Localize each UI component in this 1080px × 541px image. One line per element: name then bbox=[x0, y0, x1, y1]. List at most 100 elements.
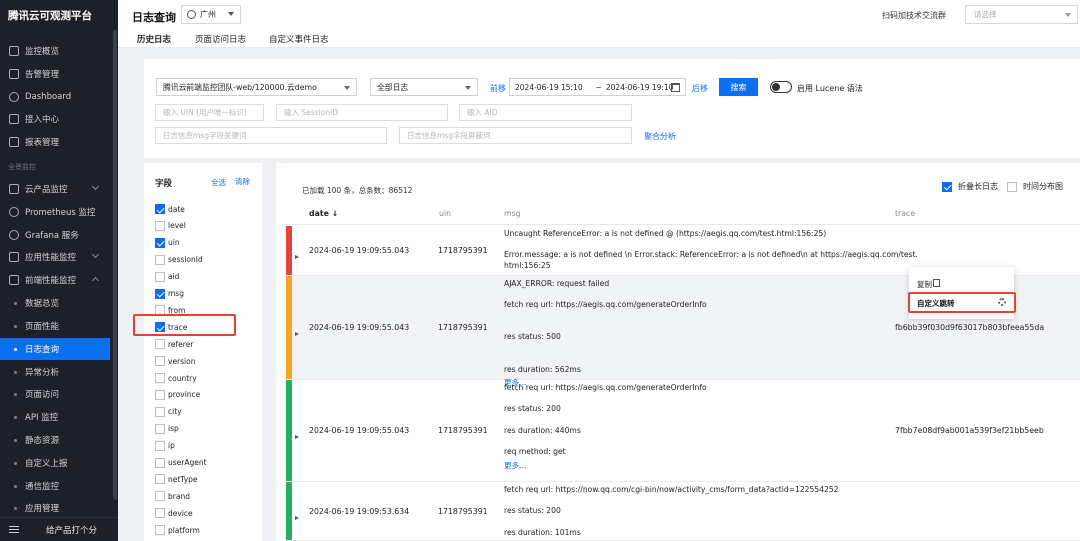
field-item-uin[interactable]: uin bbox=[155, 237, 180, 249]
field-item-country[interactable]: country bbox=[155, 372, 197, 384]
gear-icon[interactable] bbox=[998, 298, 1006, 306]
field-checkbox[interactable] bbox=[155, 508, 165, 519]
region-select[interactable]: 广州 bbox=[181, 5, 241, 24]
session-id-input[interactable]: 输入 SessionID bbox=[276, 104, 448, 121]
tab-custom-event-log[interactable]: 自定义事件日志 bbox=[269, 33, 329, 45]
field-item-sessionId[interactable]: sessionId bbox=[155, 254, 203, 266]
time-prev-link[interactable]: 前移 bbox=[490, 83, 506, 94]
select-all-link[interactable]: 全选 bbox=[211, 177, 226, 188]
sidebar-subitem-log-query[interactable]: 日志查询 bbox=[0, 338, 110, 360]
field-item-referer[interactable]: referer bbox=[155, 338, 193, 350]
field-checkbox[interactable] bbox=[155, 220, 165, 231]
aggregate-analysis-link[interactable]: 聚合分析 bbox=[644, 131, 676, 142]
checkbox[interactable] bbox=[1007, 181, 1017, 192]
copy-menu-item[interactable]: 复制 bbox=[917, 279, 932, 290]
sidebar-item-report[interactable]: 报表管理 bbox=[0, 131, 110, 153]
field-checkbox[interactable] bbox=[155, 204, 165, 214]
scan-qr-link[interactable]: 扫码加技术交流群 bbox=[882, 10, 946, 21]
expand-icon[interactable] bbox=[295, 435, 299, 439]
field-checkbox[interactable] bbox=[155, 474, 165, 485]
menu-icon[interactable] bbox=[9, 525, 19, 534]
field-item-brand[interactable]: brand bbox=[155, 490, 190, 502]
log-trace[interactable]: fb6bb39f030d9f63017b803bfeea55da bbox=[895, 323, 1044, 332]
field-checkbox[interactable] bbox=[155, 406, 165, 417]
field-checkbox[interactable] bbox=[155, 389, 165, 400]
sidebar-subitem-overview[interactable]: 数据总览 bbox=[0, 292, 110, 314]
copy-icon[interactable] bbox=[933, 279, 940, 287]
field-checkbox[interactable] bbox=[155, 491, 165, 502]
sidebar-group-frontend[interactable]: 前端性能监控 bbox=[0, 269, 110, 291]
checkbox[interactable] bbox=[942, 181, 952, 192]
sidebar-subitem-static[interactable]: 静态资源 bbox=[0, 429, 110, 451]
fold-long-log-checkbox[interactable]: 折叠长日志 bbox=[942, 181, 998, 192]
sidebar-subitem-exceptions[interactable]: 异常分析 bbox=[0, 361, 110, 383]
sidebar-subitem-page-visits[interactable]: 页面访问 bbox=[0, 383, 110, 405]
time-distribution-checkbox[interactable]: 时间分布图 bbox=[1007, 181, 1063, 192]
sidebar-group-grafana[interactable]: Grafana 服务 bbox=[0, 224, 110, 246]
field-checkbox[interactable] bbox=[155, 237, 165, 248]
clear-link[interactable]: 清除 bbox=[235, 176, 250, 187]
field-item-netType[interactable]: netType bbox=[155, 473, 198, 485]
field-checkbox[interactable] bbox=[155, 339, 165, 350]
log-type-select[interactable]: 全部日志 bbox=[370, 78, 478, 96]
field-item-province[interactable]: province bbox=[155, 389, 200, 401]
sidebar-subitem-comm[interactable]: 通信监控 bbox=[0, 475, 110, 497]
aid-input[interactable]: 输入 AID bbox=[459, 104, 632, 121]
sidebar-subitem-custom-report[interactable]: 自定义上报 bbox=[0, 452, 110, 474]
field-item-userAgent[interactable]: userAgent bbox=[155, 457, 207, 469]
sidebar-item-overview[interactable]: 监控概览 bbox=[0, 40, 110, 62]
msg-include-input[interactable]: 日志信息msg字段关键词 bbox=[155, 127, 387, 144]
tab-page-visit-log[interactable]: 页面访问日志 bbox=[195, 33, 246, 45]
field-item-city[interactable]: city bbox=[155, 406, 182, 418]
sidebar-item-alarm[interactable]: 告警管理 bbox=[0, 63, 110, 85]
more-link[interactable]: 更多... bbox=[504, 461, 707, 471]
field-item-device[interactable]: device bbox=[155, 507, 193, 519]
log-row[interactable]: 2024-06-19 19:09:53.634 1718795391 fetch r… bbox=[286, 482, 1080, 541]
sort-desc-icon[interactable]: ↓ bbox=[332, 209, 339, 218]
top-select[interactable]: 请选择 bbox=[965, 5, 1078, 24]
column-date[interactable]: date ↓ bbox=[309, 209, 338, 218]
field-item-version[interactable]: version bbox=[155, 355, 195, 367]
field-item-date[interactable]: date bbox=[155, 203, 185, 215]
field-checkbox[interactable] bbox=[155, 440, 165, 451]
field-checkbox[interactable] bbox=[155, 525, 165, 536]
field-item-isp[interactable]: isp bbox=[155, 423, 179, 435]
log-trace[interactable]: 7fbb7e08df9ab001a539f3ef21bb5eeb bbox=[895, 426, 1044, 435]
field-checkbox[interactable] bbox=[155, 254, 165, 265]
sidebar-group-apm[interactable]: 应用性能监控 bbox=[0, 246, 110, 268]
time-next-link[interactable]: 后移 bbox=[692, 83, 708, 94]
sidebar-subitem-api[interactable]: API 监控 bbox=[0, 406, 110, 428]
rate-product-link[interactable]: 给产品打个分 bbox=[46, 524, 97, 536]
field-item-platform[interactable]: platform bbox=[155, 524, 200, 536]
expand-icon[interactable] bbox=[295, 332, 299, 336]
field-item-level[interactable]: level bbox=[155, 220, 186, 232]
field-checkbox[interactable] bbox=[155, 271, 165, 282]
project-select[interactable]: 腾讯云前端监控团队-web/120000.云demo bbox=[156, 78, 357, 96]
sidebar-item-access[interactable]: 接入中心 bbox=[0, 108, 110, 130]
expand-icon[interactable] bbox=[295, 255, 299, 259]
field-item-aid[interactable]: aid bbox=[155, 271, 179, 283]
field-checkbox[interactable] bbox=[155, 457, 165, 468]
search-button[interactable]: 搜索 bbox=[719, 78, 758, 96]
date-range-picker[interactable]: 2024-06-19 15:10 ~ 2024-06-19 19:10 bbox=[509, 78, 686, 96]
field-checkbox[interactable] bbox=[155, 356, 165, 367]
tab-history-log[interactable]: 历史日志 bbox=[137, 33, 172, 50]
sidebar-group-cloud[interactable]: 云产品监控 bbox=[0, 178, 110, 200]
field-item-msg[interactable]: msg bbox=[155, 288, 184, 300]
uin-input[interactable]: 输入 UIN (用户唯一标识) bbox=[155, 104, 264, 121]
field-checkbox[interactable] bbox=[155, 373, 165, 383]
log-row[interactable]: 2024-06-19 19:09:55.043 1718795391 fetch r… bbox=[286, 380, 1080, 482]
sidebar-subitem-performance[interactable]: 页面性能 bbox=[0, 315, 110, 337]
msg-exclude-input[interactable]: 日志信息msg字段屏蔽词 bbox=[399, 127, 632, 144]
sidebar-item-dashboard[interactable]: Dashboard bbox=[0, 86, 110, 108]
field-checkbox[interactable] bbox=[155, 423, 165, 434]
cloud-icon bbox=[9, 184, 19, 194]
field-item-ip[interactable]: ip bbox=[155, 440, 175, 452]
expand-icon[interactable] bbox=[295, 516, 299, 520]
custom-jump-menu-item[interactable]: 自定义跳转 bbox=[908, 292, 1016, 313]
sidebar-scrollbar[interactable] bbox=[113, 30, 117, 500]
field-checkbox[interactable] bbox=[155, 288, 165, 299]
sidebar-group-prometheus[interactable]: Prometheus 监控 bbox=[0, 201, 110, 223]
sidebar-subitem-app-manage[interactable]: 应用管理 bbox=[0, 497, 110, 519]
lucene-toggle[interactable] bbox=[770, 81, 792, 93]
